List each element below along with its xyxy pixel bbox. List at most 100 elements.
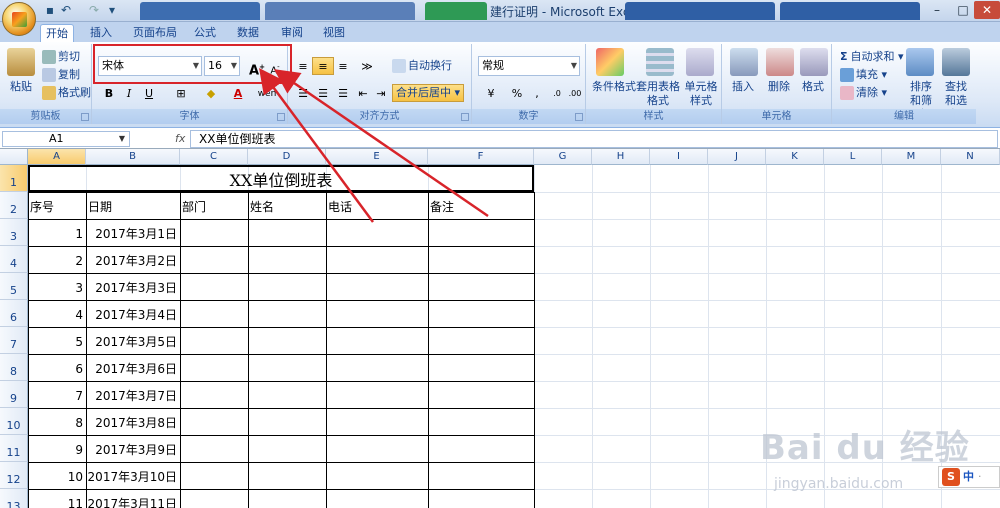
align-middle-button[interactable]: ≡ [312,57,334,75]
delete-cells-button[interactable]: 删除 [768,80,790,94]
serial-cell[interactable]: 7 [28,387,86,407]
sort-filter-icon[interactable] [906,48,934,76]
tab-data[interactable]: 数据 [234,24,262,42]
column-header-l[interactable]: L [824,149,882,165]
row-header-3[interactable]: 3 [0,219,28,246]
orientation-button[interactable]: ≫ [354,57,380,75]
taskbar-tab[interactable] [265,2,415,20]
insert-function-button[interactable]: fx [175,132,185,145]
row-header-13[interactable]: 13 [0,489,28,508]
delete-cells-icon[interactable] [766,48,794,76]
save-icon[interactable]: ▪ [42,3,58,18]
row-header-4[interactable]: 4 [0,246,28,273]
paste-button[interactable]: 粘贴 [10,80,32,94]
fill-button[interactable]: 填充 ▾ [840,68,887,82]
date-cell[interactable]: 2017年3月2日 [86,252,180,272]
column-header-a[interactable]: A [28,149,86,165]
align-top-button[interactable]: ≡ [292,57,314,75]
font-color-button[interactable]: A [226,84,250,102]
align-bottom-button[interactable]: ≡ [332,57,354,75]
date-cell[interactable]: 2017年3月4日 [86,306,180,326]
merge-center-button[interactable]: 合并后居中 ▾ [392,84,465,102]
row-header-2[interactable]: 2 [0,192,28,219]
close-button[interactable]: ✕ [974,1,1000,19]
wrap-text-button[interactable]: 自动换行 [392,59,452,73]
date-cell[interactable]: 2017年3月8日 [86,414,180,434]
autosum-button[interactable]: Σ 自动求和 ▾ [840,50,904,64]
serial-cell[interactable]: 1 [28,225,86,245]
sogou-icon[interactable]: S [942,468,960,486]
column-header-m[interactable]: M [882,149,941,165]
copy-button[interactable]: 复制 [42,68,80,82]
undo-icon[interactable]: ↶ [58,3,74,18]
insert-cells-icon[interactable] [730,48,758,76]
paste-icon[interactable] [7,48,35,76]
row-header-6[interactable]: 6 [0,300,28,327]
decrease-decimal-button[interactable]: .00 [564,84,586,102]
alignment-launcher-icon[interactable] [461,113,469,121]
currency-button[interactable]: ¥ [478,84,504,102]
fill-color-button[interactable]: ◆ [198,84,224,102]
clipboard-launcher-icon[interactable] [81,113,89,121]
increase-indent-button[interactable]: ⇥ [370,84,392,102]
tab-insert[interactable]: 插入 [84,24,118,42]
clear-button[interactable]: 清除 ▾ [840,86,887,100]
row-header-9[interactable]: 9 [0,381,28,408]
cut-button[interactable]: 剪切 [42,50,80,64]
column-header-j[interactable]: J [708,149,766,165]
serial-cell[interactable]: 4 [28,306,86,326]
redo-icon[interactable]: ↷ [86,3,102,18]
align-right-button[interactable]: ☰ [332,84,354,102]
column-header-b[interactable]: B [86,149,180,165]
tab-review[interactable]: 审阅 [278,24,306,42]
qat-customize-icon[interactable]: ▾ [104,3,120,18]
format-cells-button[interactable]: 格式 [802,80,824,94]
cell-styles-button[interactable]: 单元格样式 [684,80,718,108]
header-cell[interactable]: 姓名 [250,198,325,218]
date-cell[interactable]: 2017年3月5日 [86,333,180,353]
row-header-7[interactable]: 7 [0,327,28,354]
header-cell[interactable]: 序号 [30,198,85,218]
column-header-n[interactable]: N [941,149,1000,165]
table-format-icon[interactable] [646,48,674,76]
insert-cells-button[interactable]: 插入 [732,80,754,94]
number-launcher-icon[interactable] [575,113,583,121]
italic-button[interactable]: I [118,84,140,102]
column-header-h[interactable]: H [592,149,650,165]
bold-button[interactable]: B [98,84,120,102]
conditional-format-button[interactable]: 条件格式 [592,80,636,94]
number-format-select[interactable]: 常规 ▼ [478,56,580,76]
column-header-k[interactable]: K [766,149,824,165]
serial-cell[interactable]: 6 [28,360,86,380]
row-header-12[interactable]: 12 [0,462,28,489]
taskbar-tab[interactable] [140,2,260,20]
conditional-format-icon[interactable] [596,48,624,76]
row-header-1[interactable]: 1 [0,165,28,192]
phonetic-button[interactable]: wén [254,84,280,102]
date-cell[interactable]: 2017年3月1日 [86,225,180,245]
sheet-title-cell[interactable]: XX单位倒班表 [28,165,534,192]
date-cell[interactable]: 2017年3月7日 [86,387,180,407]
header-cell[interactable]: 部门 [182,198,247,218]
row-header-11[interactable]: 11 [0,435,28,462]
format-painter-button[interactable]: 格式刷 [42,86,91,100]
ime-mode[interactable]: 中 [963,470,974,483]
name-box[interactable]: A1 ▼ [2,131,130,147]
serial-cell[interactable]: 5 [28,333,86,353]
column-header-f[interactable]: F [428,149,534,165]
date-cell[interactable]: 2017年3月11日 [86,495,180,508]
serial-cell[interactable]: 11 [28,495,86,508]
serial-cell[interactable]: 9 [28,441,86,461]
date-cell[interactable]: 2017年3月3日 [86,279,180,299]
row-header-10[interactable]: 10 [0,408,28,435]
row-header-8[interactable]: 8 [0,354,28,381]
column-header-d[interactable]: D [248,149,326,165]
taskbar-tab[interactable] [425,2,487,20]
date-cell[interactable]: 2017年3月6日 [86,360,180,380]
align-center-button[interactable]: ☰ [312,84,334,102]
maximize-button[interactable]: □ [950,1,976,19]
tab-formulas[interactable]: 公式 [192,24,218,42]
align-left-button[interactable]: ☰ [292,84,314,102]
taskbar-tab[interactable] [625,2,775,20]
underline-button[interactable]: U [138,84,160,102]
